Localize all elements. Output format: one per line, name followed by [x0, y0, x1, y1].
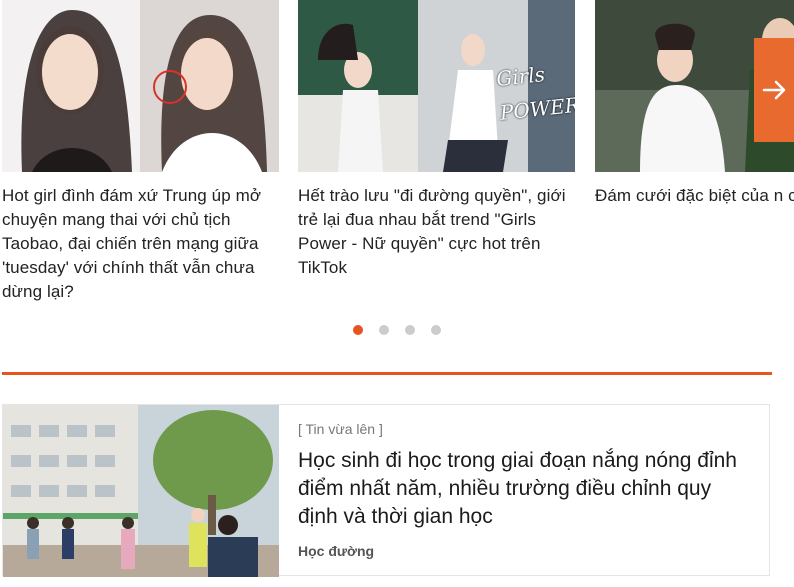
- article-title[interactable]: Hot girl đình đám xứ Trung úp mở chuyện …: [2, 184, 282, 304]
- news-headline[interactable]: Học sinh đi học trong giai đoạn nắng nón…: [298, 447, 738, 531]
- carousel-pagination: [353, 325, 441, 335]
- article-title[interactable]: Đám cưới đặc biệt của n chiến sĩ biên ph…: [595, 184, 794, 208]
- news-thumbnail[interactable]: [3, 405, 279, 577]
- article-thumbnail[interactable]: [2, 0, 279, 172]
- arrow-right-icon: [762, 80, 786, 100]
- article-thumbnail[interactable]: Girls POWER: [298, 0, 575, 172]
- carousel-card[interactable]: Hot girl đình đám xứ Trung úp mở chuyện …: [2, 0, 279, 304]
- news-tag[interactable]: [ Tin vừa lên ]: [298, 421, 738, 437]
- carousel-dot[interactable]: [431, 325, 441, 335]
- carousel-next-button[interactable]: [754, 38, 794, 142]
- section-divider: [2, 372, 772, 375]
- carousel-dot[interactable]: [405, 325, 415, 335]
- article-carousel: Hot girl đình đám xứ Trung úp mở chuyện …: [0, 0, 794, 345]
- news-item[interactable]: [ Tin vừa lên ] Học sinh đi học trong gi…: [2, 404, 770, 577]
- carousel-card[interactable]: Girls POWER Hết trào lưu "đi đường quyền…: [298, 0, 575, 280]
- news-category[interactable]: Học đường: [298, 543, 738, 559]
- girls-power-overlay-text: Girls POWER: [495, 62, 575, 125]
- article-title[interactable]: Hết trào lưu "đi đường quyền", giới trẻ …: [298, 184, 578, 280]
- carousel-dot[interactable]: [353, 325, 363, 335]
- news-content: [ Tin vừa lên ] Học sinh đi học trong gi…: [298, 421, 738, 559]
- carousel-dot[interactable]: [379, 325, 389, 335]
